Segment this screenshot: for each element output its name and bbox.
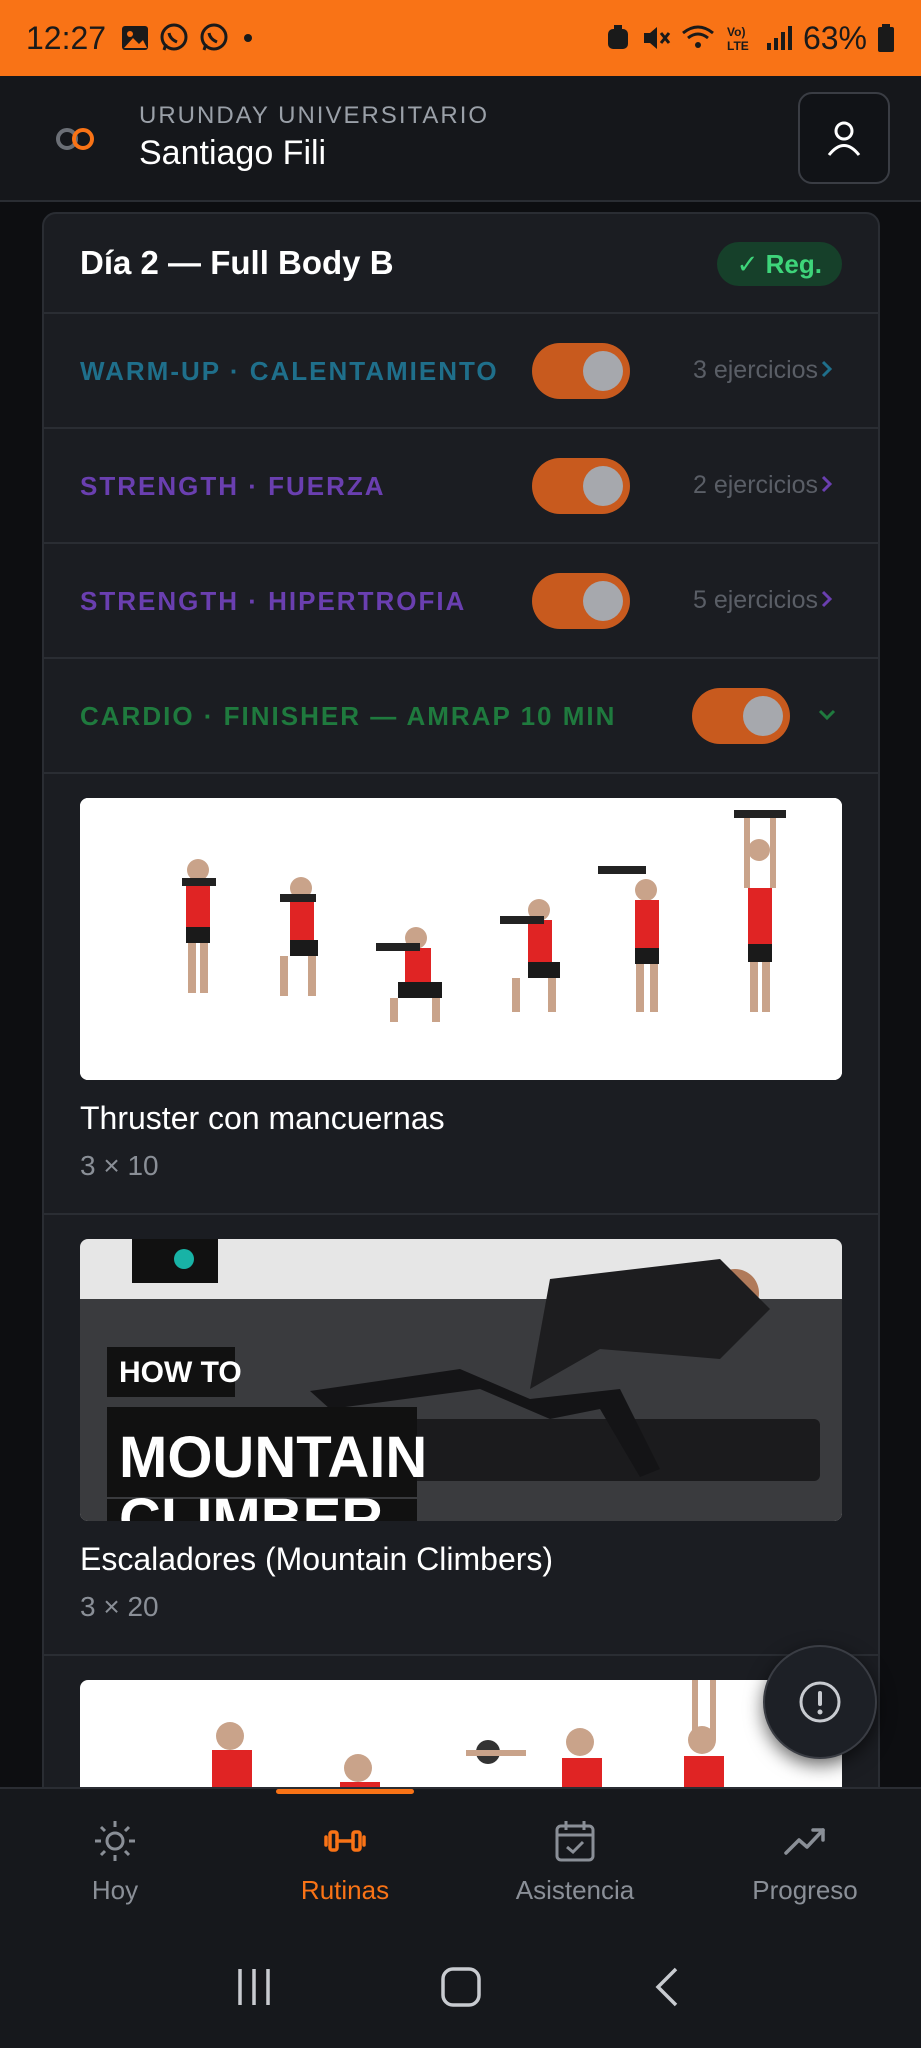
section-label: WARM-UP · CALENTAMIENTO bbox=[80, 356, 499, 386]
exercise-name: Thruster con mancuernas bbox=[80, 1100, 445, 1136]
section-label: STRENGTH · HIPERTROFIA bbox=[80, 586, 467, 616]
section-count: 3 ejercicios bbox=[693, 356, 819, 384]
dot-icon bbox=[244, 34, 253, 42]
dumbbell-icon bbox=[324, 1830, 366, 1852]
organization-name: URUNDAY UNIVERSITARIO bbox=[139, 102, 490, 129]
section-count: 2 ejercicios bbox=[693, 471, 819, 499]
section-label: CARDIO · FINISHER — AMRAP 10 MIN bbox=[80, 701, 617, 731]
alarm-icon bbox=[607, 25, 628, 49]
section-count: 5 ejercicios bbox=[693, 586, 819, 614]
section-hypertrophy[interactable]: STRENGTH · HIPERTROFIA 5 ejercicios bbox=[44, 544, 878, 659]
thumb-text-how-to: HOW TO bbox=[119, 1356, 242, 1389]
mute-icon bbox=[643, 27, 671, 49]
thumb-text-climber: CLIMBER bbox=[119, 1487, 383, 1521]
exercise-thumbnail bbox=[80, 1680, 842, 1787]
gallery-icon bbox=[122, 26, 149, 50]
day-title: Día 2 — Full Body B bbox=[80, 244, 394, 281]
sun-icon bbox=[95, 1821, 135, 1861]
main-content[interactable]: Día 2 — Full Body B ✓ Reg. WARM-UP · CAL… bbox=[0, 202, 921, 1787]
chevron-right-icon[interactable] bbox=[814, 582, 840, 616]
app-logo-icon bbox=[56, 128, 94, 150]
section-cardio[interactable]: CARDIO · FINISHER — AMRAP 10 MIN bbox=[44, 659, 878, 774]
notification-icons bbox=[120, 22, 258, 54]
section-label: STRENGTH · FUERZA bbox=[80, 471, 386, 501]
exercise-name: Escaladores (Mountain Climbers) bbox=[80, 1541, 554, 1577]
report-fab-button[interactable] bbox=[763, 1645, 877, 1759]
exercise-sets: 3 × 10 bbox=[80, 1150, 159, 1181]
thumb-text-mountain: MOUNTAIN bbox=[119, 1425, 427, 1490]
exercise-sets: 3 × 20 bbox=[80, 1591, 159, 1622]
user-icon bbox=[827, 121, 861, 156]
bottom-tab-bar: Hoy Rutinas Asistencia Progreso bbox=[0, 1787, 921, 1925]
chevron-right-icon[interactable] bbox=[814, 467, 840, 501]
section-warm-up[interactable]: WARM-UP · CALENTAMIENTO 3 ejercicios bbox=[44, 314, 878, 429]
day-card: Día 2 — Full Body B ✓ Reg. WARM-UP · CAL… bbox=[42, 212, 880, 1787]
section-toggle[interactable] bbox=[532, 458, 630, 514]
svg-text:Vo): Vo) bbox=[727, 25, 745, 39]
user-name: Santiago Fili bbox=[139, 134, 327, 172]
chevron-down-icon[interactable] bbox=[814, 697, 840, 731]
section-toggle[interactable] bbox=[532, 573, 630, 629]
whatsapp-icon bbox=[200, 23, 228, 51]
exercise-item[interactable]: HOW TO MOUNTAIN CLIMBER Escaladores (Mou… bbox=[44, 1215, 878, 1656]
tab-progreso[interactable]: Progreso bbox=[690, 1789, 920, 1927]
alert-circle-icon bbox=[799, 1681, 841, 1723]
section-toggle[interactable] bbox=[692, 688, 790, 744]
home-icon[interactable] bbox=[439, 1965, 483, 2009]
calendar-check-icon bbox=[555, 1821, 595, 1862]
whatsapp-icon bbox=[160, 23, 188, 51]
status-time: 12:27 bbox=[26, 19, 107, 56]
exercise-thumbnail: HOW TO MOUNTAIN CLIMBER bbox=[80, 1239, 842, 1521]
exercise-item[interactable] bbox=[44, 1656, 878, 1787]
volte-icon: Vo)LTE bbox=[727, 25, 749, 53]
section-toggle[interactable] bbox=[532, 343, 630, 399]
tab-label: Hoy bbox=[91, 1875, 139, 1905]
section-strength[interactable]: STRENGTH · FUERZA 2 ejercicios bbox=[44, 429, 878, 544]
tab-asistencia[interactable]: Asistencia bbox=[460, 1789, 690, 1927]
tab-hoy[interactable]: Hoy bbox=[0, 1789, 230, 1927]
tab-label: Asistencia bbox=[515, 1875, 635, 1905]
day-card-header: Día 2 — Full Body B ✓ Reg. bbox=[44, 214, 878, 314]
tab-label: Progreso bbox=[752, 1875, 858, 1905]
wifi-icon bbox=[682, 25, 714, 48]
trending-up-icon bbox=[784, 1828, 825, 1855]
exercise-thumbnail bbox=[80, 798, 842, 1080]
system-icons: Vo) LTE 63% bbox=[605, 20, 895, 57]
profile-button[interactable] bbox=[798, 92, 890, 184]
registered-badge: ✓ Reg. bbox=[716, 242, 842, 286]
chevron-right-icon[interactable] bbox=[814, 352, 840, 386]
tab-rutinas[interactable]: Rutinas bbox=[230, 1789, 460, 1927]
signal-icon bbox=[766, 26, 792, 50]
back-icon[interactable] bbox=[646, 1965, 690, 2009]
exercise-item[interactable]: Thruster con mancuernas 3 × 10 bbox=[44, 774, 878, 1215]
status-bar: 12:27 Vo) LTE 63% bbox=[0, 0, 921, 76]
system-navigation-bar bbox=[0, 1925, 921, 2048]
app-header: URUNDAY UNIVERSITARIO Santiago Fili bbox=[0, 76, 921, 202]
battery-icon bbox=[878, 24, 894, 52]
recent-apps-icon[interactable] bbox=[232, 1965, 276, 2009]
battery-percent: 63% bbox=[802, 19, 867, 56]
svg-text:LTE: LTE bbox=[727, 39, 749, 53]
tab-label: Rutinas bbox=[300, 1875, 390, 1905]
